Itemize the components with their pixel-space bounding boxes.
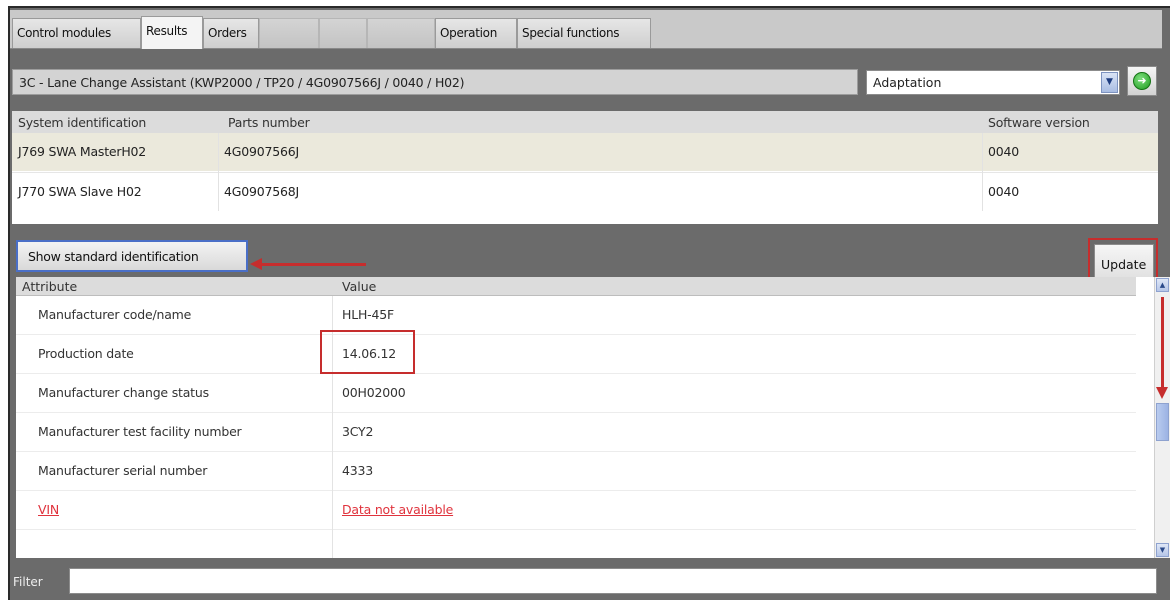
column-divider: [218, 133, 219, 211]
column-header: System identification: [18, 115, 147, 130]
annotation-arrow-down-icon: [1156, 387, 1168, 399]
column-divider: [982, 133, 983, 211]
attribute-value: HLH-45F: [342, 307, 394, 322]
tab-operation[interactable]: Operation: [435, 18, 517, 48]
go-button[interactable]: ➜: [1127, 66, 1157, 96]
attribute-header: Attribute Value: [16, 277, 1136, 296]
scroll-down-icon[interactable]: ▼: [1156, 543, 1169, 557]
software-version-cell: 0040: [988, 184, 1020, 199]
column-header: Value: [342, 279, 377, 294]
tab-results[interactable]: Results: [141, 16, 203, 49]
tab-control-modules[interactable]: Control modules: [12, 18, 141, 48]
column-header: Software version: [988, 115, 1090, 130]
parts-number-cell: 4G0907566J: [224, 144, 299, 159]
table-row[interactable]: VIN Data not available: [16, 491, 1136, 530]
identification-header: System identification Parts number Softw…: [12, 111, 1158, 134]
filter-input[interactable]: [69, 568, 1157, 594]
module-title-bar: 3C - Lane Change Assistant (KWP2000 / TP…: [12, 69, 858, 95]
tab-special-functions[interactable]: Special functions: [517, 18, 651, 48]
show-standard-identification-button[interactable]: Show standard identification: [16, 240, 248, 272]
attribute-value: 3CY2: [342, 424, 374, 439]
scroll-thumb[interactable]: [1156, 403, 1169, 441]
attribute-name: Production date: [38, 346, 134, 361]
production-date-highlight: [320, 330, 415, 374]
table-row[interactable]: J770 SWA Slave H02 4G0907568J 0040: [12, 172, 1158, 211]
table-row[interactable]: Manufacturer code/name HLH-45F: [16, 296, 1136, 335]
attribute-name: VIN: [38, 502, 59, 517]
attribute-name: Manufacturer change status: [38, 385, 209, 400]
table-row[interactable]: Manufacturer serial number 4333: [16, 452, 1136, 491]
function-select-value: Adaptation: [873, 75, 942, 90]
column-header: Attribute: [22, 279, 78, 294]
table-row[interactable]: Manufacturer change status 00H02000: [16, 374, 1136, 413]
software-version-cell: 0040: [988, 144, 1020, 159]
tab-disabled: [259, 18, 319, 48]
green-arrow-right-icon: ➜: [1133, 72, 1151, 90]
chevron-down-icon[interactable]: ▼: [1101, 72, 1118, 93]
tab-bar: Control modules Results Orders Operation…: [10, 10, 1162, 49]
system-identification-cell: J769 SWA MasterH02: [18, 144, 147, 159]
table-row[interactable]: J769 SWA MasterH02 4G0907566J 0040: [12, 133, 1158, 171]
attribute-value: Data not available: [342, 502, 454, 517]
column-header: Parts number: [228, 115, 310, 130]
tab-disabled: [367, 18, 435, 48]
system-identification-cell: J770 SWA Slave H02: [18, 184, 142, 199]
annotation-arrow-line: [1161, 297, 1164, 389]
attribute-value: 4333: [342, 463, 374, 478]
attribute-name: Manufacturer serial number: [38, 463, 208, 478]
attribute-table: Attribute Value Manufacturer code/name H…: [16, 277, 1154, 558]
attribute-name: Manufacturer test facility number: [38, 424, 242, 439]
attribute-name: Manufacturer code/name: [38, 307, 192, 322]
table-row[interactable]: Manufacturer test facility number 3CY2: [16, 413, 1136, 452]
table-row[interactable]: Production date 14.06.12: [16, 335, 1136, 374]
annotation-arrow-line: [258, 263, 366, 266]
filter-label: Filter: [13, 575, 43, 589]
function-select[interactable]: Adaptation ▼: [866, 70, 1120, 95]
tab-orders[interactable]: Orders: [203, 18, 259, 48]
scroll-up-icon[interactable]: ▲: [1156, 278, 1169, 292]
identification-table: System identification Parts number Softw…: [12, 111, 1158, 224]
attribute-value: 00H02000: [342, 385, 406, 400]
parts-number-cell: 4G0907568J: [224, 184, 299, 199]
tab-disabled: [319, 18, 367, 48]
